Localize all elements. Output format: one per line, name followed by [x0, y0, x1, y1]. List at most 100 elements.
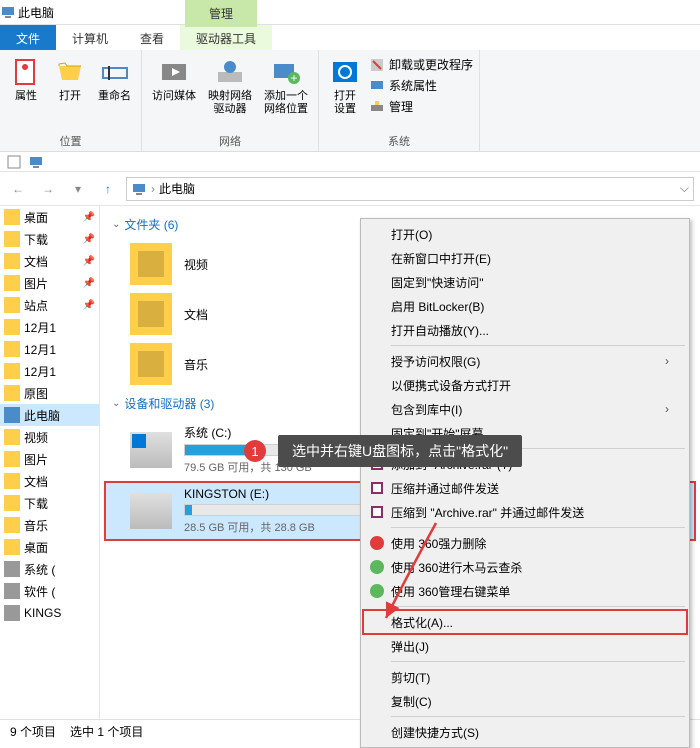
sidebar-item-label: 此电脑: [24, 407, 60, 424]
sidebar-item[interactable]: 文档: [0, 470, 99, 492]
sidebar-item[interactable]: 文档📌: [0, 250, 99, 272]
context-menu-item[interactable]: 打开(O): [363, 222, 687, 246]
navigation-pane[interactable]: 桌面📌下载📌文档📌图片📌站点📌12月112月112月1原图此电脑视频图片文档下载…: [0, 206, 100, 719]
pc-icon: [0, 4, 16, 20]
sidebar-item[interactable]: 12月1: [0, 360, 99, 382]
context-menu-item[interactable]: 打开自动播放(Y)...: [363, 318, 687, 342]
address-bar[interactable]: › 此电脑 ⌵: [126, 177, 694, 201]
context-menu-item[interactable]: 包含到库中(I)›: [363, 397, 687, 421]
context-menu-label: 弹出(J): [391, 638, 429, 655]
sidebar-item[interactable]: 图片: [0, 448, 99, 470]
sidebar-item[interactable]: 桌面📌: [0, 206, 99, 228]
pin-icon: 📌: [83, 300, 95, 311]
sidebar-item[interactable]: 站点📌: [0, 294, 99, 316]
manage-contextual-tab[interactable]: 管理: [185, 0, 257, 27]
context-menu-separator: [391, 345, 685, 346]
media-icon: [158, 56, 190, 88]
context-menu-item[interactable]: 弹出(J): [363, 634, 687, 658]
context-menu-item[interactable]: 剪切(T): [363, 665, 687, 689]
open-button[interactable]: 打开: [50, 54, 90, 105]
context-menu-label: 以便携式设备方式打开: [391, 377, 511, 394]
up-button[interactable]: ↑: [96, 177, 120, 201]
sys-props-icon: [369, 78, 385, 94]
context-menu-item[interactable]: 压缩并通过邮件发送: [363, 476, 687, 500]
tab-computer[interactable]: 计算机: [56, 25, 124, 50]
drive-icon: [130, 493, 172, 529]
folder-name: 视频: [184, 256, 208, 273]
sidebar-item[interactable]: 音乐: [0, 514, 99, 536]
sidebar-item[interactable]: 下载📌: [0, 228, 99, 250]
pin-icon: 📌: [83, 234, 95, 245]
context-menu-item[interactable]: 以便携式设备方式打开: [363, 373, 687, 397]
map-drive-icon: [214, 56, 246, 88]
context-menu-item[interactable]: 固定到"快速访问": [363, 270, 687, 294]
properties-button[interactable]: 属性: [6, 54, 46, 105]
sidebar-item[interactable]: 原图: [0, 382, 99, 404]
settings-icon: [329, 56, 361, 88]
context-menu-item[interactable]: 在新窗口中打开(E): [363, 246, 687, 270]
sidebar-item[interactable]: 下载: [0, 492, 99, 514]
pc-icon: [131, 181, 147, 197]
context-menu-item[interactable]: 授予访问权限(G)›: [363, 349, 687, 373]
forward-button[interactable]: →: [36, 177, 60, 201]
pc-icon: [4, 407, 20, 423]
context-menu-label: 包含到库中(I): [391, 401, 462, 418]
sidebar-item[interactable]: 桌面: [0, 536, 99, 558]
drive-icon: [4, 583, 20, 599]
rename-button[interactable]: 重命名: [94, 54, 135, 105]
folder-icon: [4, 253, 20, 269]
access-media-button[interactable]: 访问媒体: [148, 54, 200, 105]
drive-icon: [130, 432, 172, 468]
tab-file[interactable]: 文件: [0, 25, 56, 50]
annotation-arrow-icon: [376, 518, 446, 628]
sidebar-item[interactable]: 软件 (: [0, 580, 99, 602]
folder-icon: [4, 341, 20, 357]
folder-icon: [4, 385, 20, 401]
back-button[interactable]: ←: [6, 177, 30, 201]
sidebar-item-label: 原图: [24, 385, 48, 402]
window-title: 此电脑: [16, 4, 54, 21]
context-menu-item[interactable]: 复制(C): [363, 689, 687, 713]
sidebar-item[interactable]: 12月1: [0, 316, 99, 338]
uninstall-programs-button[interactable]: 卸载或更改程序: [369, 56, 473, 73]
manage-button[interactable]: 管理: [369, 98, 473, 115]
tab-view[interactable]: 查看: [124, 25, 180, 50]
checkbox-icon[interactable]: [6, 154, 22, 170]
manage-icon: [369, 99, 385, 115]
tab-drive-tools[interactable]: 驱动器工具: [180, 25, 272, 50]
context-menu-label: 创建快捷方式(S): [391, 724, 479, 741]
rename-icon: [99, 56, 131, 88]
pc-icon[interactable]: [28, 154, 44, 170]
context-menu-label: 在新窗口中打开(E): [391, 250, 491, 267]
ribbon-group-network: 访问媒体 映射网络 驱动器 + 添加一个 网络位置 网络: [142, 50, 319, 151]
sidebar-item[interactable]: 视频: [0, 426, 99, 448]
folder-name: 文档: [184, 306, 208, 323]
context-menu-label: 复制(C): [391, 693, 432, 710]
address-bar-row: ← → ▾ ↑ › 此电脑 ⌵: [0, 172, 700, 206]
add-location-icon: +: [270, 56, 302, 88]
context-menu-separator: [391, 661, 685, 662]
folder-icon: [4, 429, 20, 445]
map-drive-button[interactable]: 映射网络 驱动器: [204, 54, 256, 118]
svg-text:+: +: [290, 71, 297, 85]
address-path: 此电脑: [159, 180, 195, 197]
status-selection: 选中 1 个项目: [70, 723, 143, 740]
context-menu-item[interactable]: 启用 BitLocker(B): [363, 294, 687, 318]
folder-icon: [4, 319, 20, 335]
sidebar-item[interactable]: KINGS: [0, 602, 99, 624]
sidebar-item[interactable]: 此电脑: [0, 404, 99, 426]
context-menu-item[interactable]: 创建快捷方式(S): [363, 720, 687, 744]
sidebar-item[interactable]: 系统 (: [0, 558, 99, 580]
sidebar-item-label: 下载: [24, 495, 48, 512]
sidebar-item[interactable]: 12月1: [0, 338, 99, 360]
chevron-down-icon[interactable]: ⌵: [680, 181, 689, 196]
add-location-button[interactable]: + 添加一个 网络位置: [260, 54, 312, 118]
pin-icon: 📌: [83, 256, 95, 267]
folder-icon: [4, 495, 20, 511]
sidebar-item[interactable]: 图片📌: [0, 272, 99, 294]
system-properties-button[interactable]: 系统属性: [369, 77, 473, 94]
history-dropdown[interactable]: ▾: [66, 177, 90, 201]
open-settings-button[interactable]: 打开 设置: [325, 54, 365, 118]
sidebar-item-label: 文档: [24, 473, 48, 490]
context-menu-separator: [391, 716, 685, 717]
